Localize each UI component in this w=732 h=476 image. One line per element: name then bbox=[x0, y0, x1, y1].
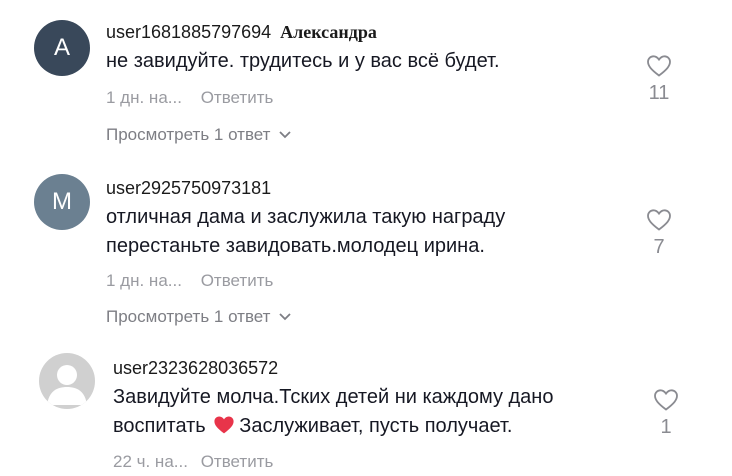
comment-meta: 1 дн. на... Ответить bbox=[106, 271, 273, 291]
username-text[interactable]: user2323628036572 bbox=[113, 358, 278, 378]
comment-text-line: отличная дама и заслужила такую награду bbox=[106, 206, 506, 228]
view-replies-button[interactable]: Просмотреть 1 ответ bbox=[106, 307, 292, 327]
username-text[interactable]: user2925750973181 bbox=[106, 178, 271, 198]
like-button[interactable]: 7 bbox=[639, 208, 679, 259]
comment-text: Завидуйте молча.Тских детей ни каждому д… bbox=[113, 383, 553, 441]
comment-text-line: перестаньте завидовать.молодец ирина. bbox=[106, 235, 485, 257]
comment-text-line: Завидуйте молча.Тских детей ни каждому д… bbox=[113, 386, 554, 408]
view-replies-button[interactable]: Просмотреть 1 ответ bbox=[106, 125, 292, 145]
comment-meta: 1 дн. на... Ответить bbox=[106, 88, 273, 108]
username[interactable]: user2925750973181 bbox=[106, 178, 271, 199]
timestamp: 1 дн. на... bbox=[106, 271, 182, 290]
timestamp: 1 дн. на... bbox=[106, 88, 182, 107]
like-button[interactable]: 11 bbox=[639, 54, 679, 105]
username[interactable]: user2323628036572 bbox=[113, 358, 278, 379]
avatar[interactable]: M bbox=[34, 174, 90, 230]
reply-button[interactable]: Ответить bbox=[201, 452, 274, 471]
reply-button[interactable]: Ответить bbox=[201, 271, 274, 290]
timestamp: 22 ч. на... bbox=[113, 452, 188, 471]
avatar[interactable]: A bbox=[34, 20, 90, 76]
comment-text-line: воспитать Заслуживает, пусть получает. bbox=[113, 412, 553, 441]
avatar-letter: A bbox=[53, 34, 70, 61]
comment-text: отличная дама и заслужила такую награду … bbox=[106, 203, 505, 261]
comment-text-part: воспитать bbox=[113, 415, 206, 437]
comment-text-line: не завидуйте. трудитесь и у вас всё буде… bbox=[106, 50, 500, 72]
username-text[interactable]: user1681885797694 bbox=[106, 22, 271, 42]
reply-button[interactable]: Ответить bbox=[201, 88, 274, 107]
default-avatar-icon bbox=[47, 365, 87, 405]
chevron-down-icon bbox=[279, 131, 292, 139]
view-replies-label: Просмотреть 1 ответ bbox=[106, 125, 271, 144]
comment-meta: 22 ч. на... Ответить bbox=[113, 452, 273, 472]
name-tag: Александра bbox=[280, 22, 377, 42]
like-count: 11 bbox=[648, 82, 670, 104]
comment-text-part: Заслуживает, пусть получает. bbox=[239, 415, 513, 437]
username[interactable]: user1681885797694 Александра bbox=[106, 22, 377, 43]
view-replies-label: Просмотреть 1 ответ bbox=[106, 307, 271, 326]
comment-text: не завидуйте. трудитесь и у вас всё буде… bbox=[106, 47, 500, 76]
like-count: 1 bbox=[660, 416, 672, 438]
heart-icon[interactable] bbox=[646, 208, 672, 232]
like-button[interactable]: 1 bbox=[646, 388, 686, 439]
heart-icon[interactable] bbox=[646, 54, 672, 78]
chevron-down-icon bbox=[279, 313, 292, 321]
red-heart-emoji-icon bbox=[214, 416, 234, 434]
heart-icon[interactable] bbox=[653, 388, 679, 412]
avatar[interactable] bbox=[39, 353, 95, 409]
like-count: 7 bbox=[653, 236, 665, 258]
avatar-letter: M bbox=[52, 188, 72, 215]
